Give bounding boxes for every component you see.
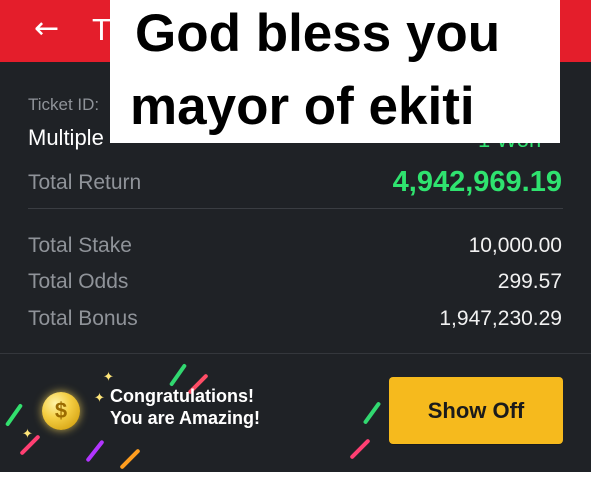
ticket-id-label: Ticket ID: — [28, 95, 100, 114]
total-return-value: 4,942,969.19 — [392, 166, 562, 198]
congratulations-line-1: Congratulations! — [110, 386, 254, 406]
meme-caption-line-2: mayor of ekiti — [130, 77, 475, 136]
confetti-streak — [168, 363, 188, 387]
confetti-streak — [85, 439, 105, 463]
total-bonus-value: 1,947,230.29 — [439, 307, 562, 330]
meme-caption-line-1: God bless you — [135, 4, 501, 63]
confetti-streak — [349, 438, 371, 460]
congratulations-line-2: You are Amazing! — [110, 408, 261, 428]
total-stake-value: 10,000.00 — [468, 234, 562, 257]
total-bonus-label: Total Bonus — [28, 307, 138, 330]
total-stake-label: Total Stake — [28, 234, 132, 257]
total-odds-value: 299.57 — [497, 270, 562, 293]
summary-divider — [28, 208, 563, 209]
sparkle-icon: ✦ — [22, 426, 33, 441]
show-off-button[interactable]: Show Off — [389, 377, 563, 444]
confetti-streak — [4, 403, 24, 427]
confetti-streak — [362, 401, 382, 425]
total-odds-label: Total Odds — [28, 270, 129, 293]
total-return-label: Total Return — [28, 171, 142, 194]
sparkle-icon: ✦ — [94, 390, 105, 405]
sparkle-icon: ✦ — [103, 369, 114, 384]
coin-dollar-icon: $ — [42, 392, 80, 430]
bet-type: Multiple — [28, 125, 104, 150]
congratulations-message: Congratulations! You are Amazing! — [110, 385, 330, 429]
confetti-streak — [119, 448, 141, 470]
header-title-visible: T — [92, 12, 111, 47]
arrow-left-icon[interactable]: ← — [34, 14, 64, 44]
